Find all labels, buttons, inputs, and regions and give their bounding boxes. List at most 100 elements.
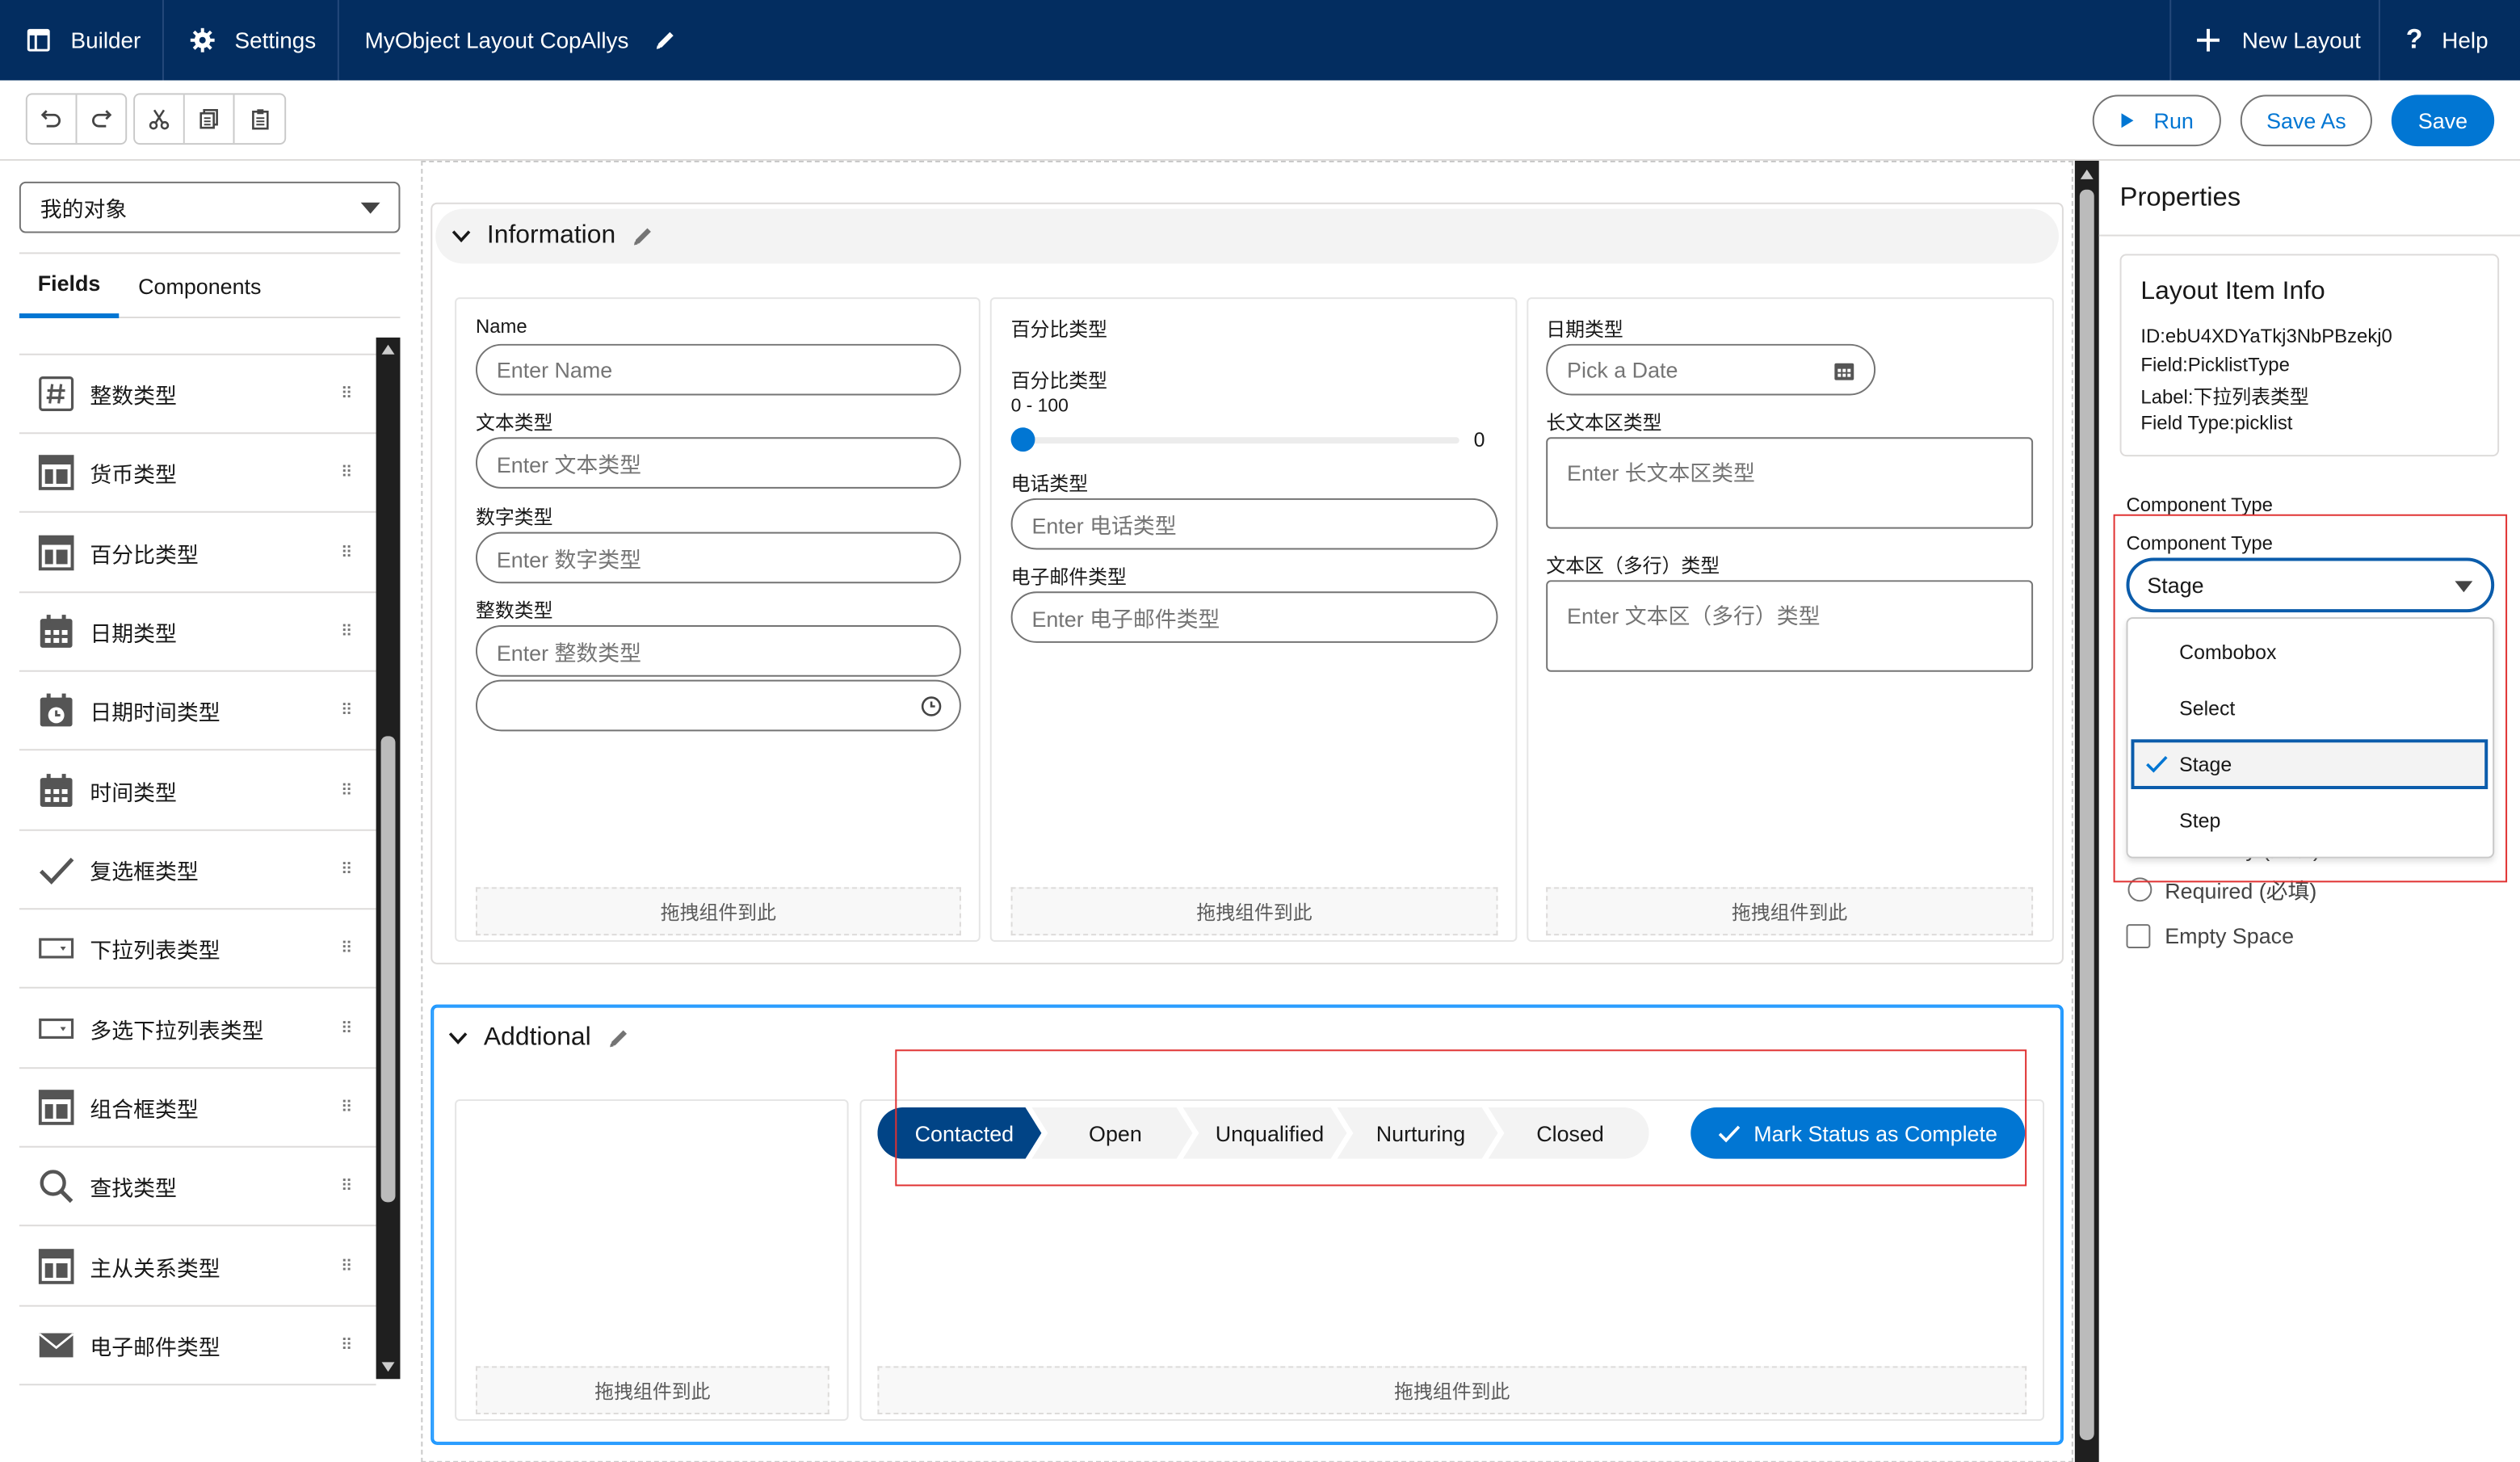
drag-handle-icon[interactable]: ⠿ — [341, 1337, 357, 1355]
field-item-lookup[interactable]: 查找类型 ⠿ — [19, 1148, 376, 1227]
section-addtional-header[interactable]: Addtional — [448, 1011, 629, 1066]
field-item-combobox[interactable]: 组合框类型 ⠿ — [19, 1069, 376, 1148]
item-field: Field:PicklistType — [2140, 353, 2290, 376]
redo-button[interactable] — [76, 95, 126, 144]
phone-input[interactable]: Enter 电话类型 — [1010, 498, 1498, 550]
date-input[interactable]: Pick a Date — [1546, 343, 1876, 396]
field-item-multipicklist[interactable]: 多选下拉列表类型 ⠿ — [19, 990, 376, 1069]
paste-icon — [248, 107, 271, 130]
text-placeholder: Enter 文本类型 — [496, 453, 641, 477]
email-input[interactable]: Enter 电子邮件类型 — [1010, 591, 1498, 643]
textarea-placeholder: Enter 文本区（多行）类型 — [1567, 604, 1821, 629]
run-button[interactable]: Run — [2092, 95, 2221, 147]
field-list-scrollbar[interactable] — [376, 337, 401, 1380]
field-item-label: 整数类型 — [90, 384, 177, 409]
drag-handle-icon[interactable]: ⠿ — [341, 464, 357, 481]
drag-handle-icon[interactable]: ⠿ — [341, 1258, 357, 1275]
chevron-down-icon[interactable] — [448, 1031, 468, 1045]
save-button[interactable]: Save — [2391, 95, 2495, 147]
check-icon — [39, 852, 74, 888]
name-input[interactable]: Enter Name — [475, 343, 961, 396]
field-item-email[interactable]: 电子邮件类型 ⠿ — [19, 1307, 376, 1386]
multiline-textarea[interactable]: Enter 文本区（多行）类型 — [1546, 580, 2034, 672]
number-input[interactable]: Enter 数字类型 — [475, 531, 961, 584]
tab-fields[interactable]: Fields — [19, 254, 120, 318]
section-information-header[interactable]: Information — [435, 208, 2059, 264]
time-input[interactable] — [475, 679, 961, 732]
field-item-label: 时间类型 — [90, 781, 177, 805]
integer-input[interactable]: Enter 整数类型 — [475, 625, 961, 677]
save-as-button[interactable]: Save As — [2240, 95, 2372, 147]
clock-icon[interactable] — [921, 696, 942, 717]
field-item-date[interactable]: 日期类型 ⠿ — [19, 593, 376, 672]
drop-zone[interactable]: 拖拽组件到此 — [475, 887, 961, 936]
drop-zone[interactable]: 拖拽组件到此 — [1010, 887, 1498, 936]
pencil-icon[interactable] — [632, 225, 654, 248]
tab-components[interactable]: Components — [138, 254, 261, 318]
calendar-icon[interactable] — [1833, 360, 1854, 381]
pencil-icon[interactable] — [654, 29, 677, 52]
paste-button[interactable] — [234, 95, 285, 144]
properties-title: Properties — [2119, 183, 2241, 212]
pencil-icon[interactable] — [607, 1027, 630, 1049]
drag-handle-icon[interactable]: ⠿ — [341, 623, 357, 641]
drag-handle-icon[interactable]: ⠿ — [341, 1178, 357, 1195]
canvas-scrollbar[interactable] — [2074, 160, 2099, 1462]
empty-space-checkbox[interactable] — [2126, 923, 2151, 947]
help-button[interactable]: ? Help — [2406, 0, 2488, 80]
tab-components-label: Components — [138, 274, 262, 299]
new-layout-button[interactable]: New Layout — [2195, 0, 2361, 80]
drag-handle-icon[interactable]: ⠿ — [341, 1020, 357, 1038]
field-item-label: 主从关系类型 — [90, 1257, 220, 1281]
slider-track[interactable] — [1022, 437, 1460, 444]
chevron-down-icon — [360, 201, 381, 216]
save-label: Save — [2417, 108, 2468, 133]
scroll-thumb[interactable] — [2079, 189, 2094, 1440]
field-item-datetime[interactable]: 日期时间类型 ⠿ — [19, 672, 376, 751]
drop-zone[interactable]: 拖拽组件到此 — [475, 1366, 830, 1415]
longtext-textarea[interactable]: Enter 长文本区类型 — [1546, 437, 2034, 529]
section-title: Information — [486, 221, 616, 250]
field-item-currency[interactable]: 货币类型 ⠿ — [19, 434, 376, 513]
layout-item-info-card: Layout Item Info ID:ebU4XDYaTkj3NbPBzekj… — [2119, 254, 2500, 457]
chevron-down-icon[interactable] — [452, 230, 471, 243]
settings-label: Settings — [234, 27, 317, 53]
field-item-percent[interactable]: 百分比类型 ⠿ — [19, 515, 376, 594]
drag-handle-icon[interactable]: ⠿ — [341, 939, 357, 957]
slider-thumb[interactable] — [1010, 427, 1035, 452]
settings-nav[interactable]: Settings — [190, 0, 316, 80]
scroll-up-icon[interactable] — [2080, 169, 2094, 180]
scroll-up-icon[interactable] — [381, 344, 396, 355]
field-item-master-detail[interactable]: 主从关系类型 ⠿ — [19, 1228, 376, 1307]
cut-button[interactable] — [135, 95, 185, 144]
builder-nav[interactable]: Builder — [26, 0, 141, 80]
empty-space-option[interactable]: Empty Space — [2126, 921, 2295, 950]
drag-handle-icon[interactable]: ⠿ — [341, 544, 357, 562]
undo-icon — [40, 107, 62, 130]
slider-value: 0 — [1473, 429, 1485, 452]
drag-handle-icon[interactable]: ⠿ — [341, 861, 357, 879]
drag-handle-icon[interactable]: ⠿ — [341, 702, 357, 720]
item-id: ID:ebU4XDYaTkj3NbPBzekj0 — [2140, 324, 2392, 347]
drag-handle-icon[interactable]: ⠿ — [341, 1099, 357, 1116]
scroll-thumb[interactable] — [380, 736, 396, 1203]
copy-button[interactable] — [184, 95, 235, 144]
drag-handle-icon[interactable]: ⠿ — [341, 385, 357, 403]
drop-zone[interactable]: 拖拽组件到此 — [1546, 887, 2034, 936]
text-input[interactable]: Enter 文本类型 — [475, 437, 961, 489]
field-item-picklist[interactable]: 下拉列表类型 ⠿ — [19, 910, 376, 989]
drop-zone[interactable]: 拖拽组件到此 — [877, 1366, 2027, 1415]
drag-handle-icon[interactable]: ⠿ — [341, 782, 357, 800]
field-item-time[interactable]: 时间类型 ⠿ — [19, 752, 376, 831]
layout-name[interactable]: MyObject Layout CopAllys — [365, 0, 677, 80]
field-item-label: 下拉列表类型 — [90, 939, 220, 963]
object-select[interactable]: 我的对象 — [19, 181, 401, 233]
undo-button[interactable] — [27, 95, 77, 144]
field-item-checkbox[interactable]: 复选框类型 ⠿ — [19, 831, 376, 910]
history-button-group — [25, 93, 128, 145]
empty-space-label: Empty Space — [2165, 923, 2295, 947]
scroll-down-icon[interactable] — [381, 1361, 396, 1372]
field-item-label: 电子邮件类型 — [90, 1335, 220, 1360]
object-select-value: 我的对象 — [40, 197, 128, 222]
field-item-integer[interactable]: 整数类型 ⠿ — [19, 355, 376, 435]
